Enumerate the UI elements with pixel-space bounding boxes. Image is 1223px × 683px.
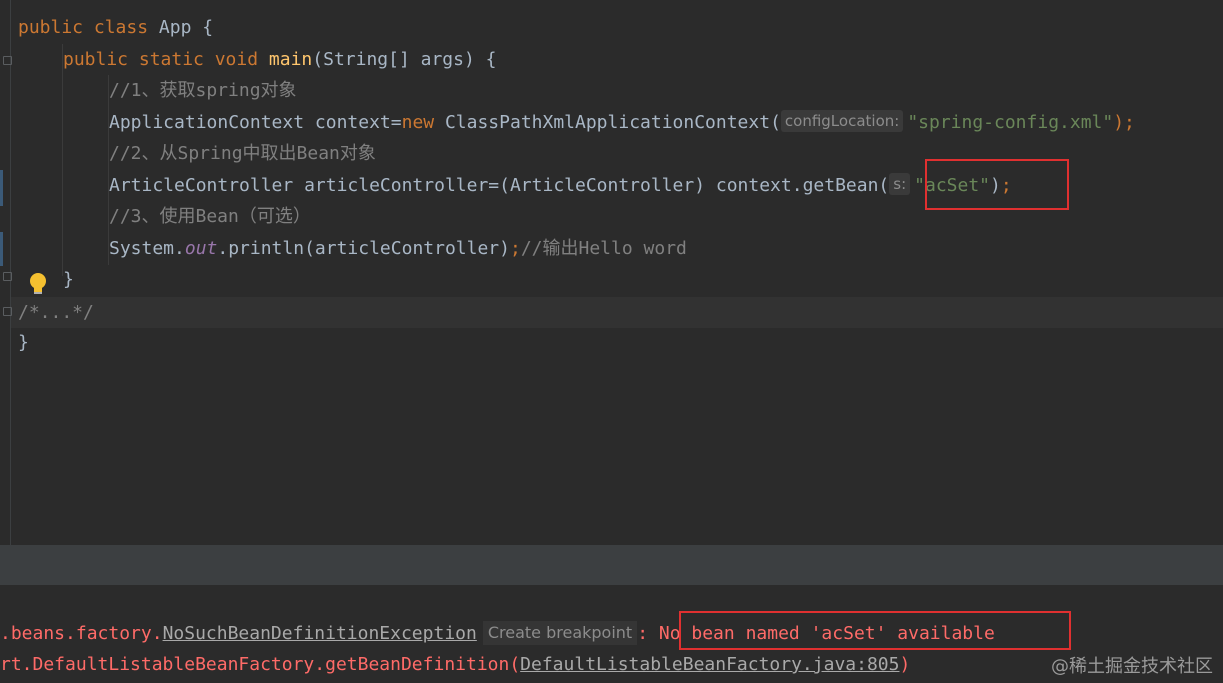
exception-link[interactable]: NoSuchBeanDefinitionException — [163, 623, 477, 644]
console-text: ) — [899, 654, 911, 675]
brace: { — [191, 17, 214, 38]
panel-divider[interactable] — [0, 545, 1223, 585]
code-line-println[interactable]: System.out.println(articleController);//… — [109, 233, 687, 264]
code-line-context[interactable]: ApplicationContext context=new ClassPath… — [109, 107, 1135, 138]
code-line-main-decl[interactable]: public static void main(String[] args) { — [63, 44, 497, 75]
code-comment-2[interactable]: //2、从Spring中取出Bean对象 — [109, 138, 376, 169]
semicolon: ; — [509, 238, 521, 259]
code-text: System. — [109, 238, 185, 259]
console-line-stacktrace[interactable]: rt.DefaultListableBeanFactory.getBeanDef… — [0, 649, 910, 680]
code-line-close-class[interactable]: } — [18, 327, 29, 358]
watermark: @稀土掘金技术社区 — [1051, 656, 1213, 677]
create-breakpoint-button[interactable]: Create breakpoint — [482, 621, 638, 645]
console-text: .beans.factory. — [0, 623, 163, 644]
code-line-class-decl[interactable]: public class App { — [18, 12, 213, 43]
keyword: public class — [18, 17, 159, 38]
indent-guide — [62, 44, 63, 276]
method-name: main — [268, 49, 313, 70]
parameter-hint: configLocation: — [780, 110, 904, 132]
params: (String[] args) { — [312, 49, 497, 70]
static-field: out — [184, 238, 218, 259]
code-comment-3[interactable]: //3、使用Bean（可选） — [109, 201, 311, 232]
change-marker — [0, 170, 3, 206]
code-text: .println(articleController) — [217, 238, 510, 259]
code-text: ClassPathXmlApplicationContext( — [434, 112, 781, 133]
code-text: ArticleController articleController=(Art… — [109, 175, 890, 196]
class-name: App — [158, 17, 192, 38]
code-text: ); — [1113, 112, 1135, 133]
fold-method-icon[interactable] — [3, 56, 12, 65]
highlight-box-error — [679, 611, 1071, 650]
code-text: ApplicationContext context= — [109, 112, 402, 133]
console-text: rt.DefaultListableBeanFactory.getBeanDef… — [0, 654, 521, 675]
parameter-hint: s: — [889, 173, 911, 195]
fold-method-end-icon[interactable] — [3, 272, 12, 281]
current-line-highlight — [10, 297, 1223, 328]
keyword: public static void — [63, 49, 269, 70]
folded-comment[interactable]: /*...*/ — [18, 297, 94, 328]
source-location-link[interactable]: DefaultListableBeanFactory.java:805 — [520, 654, 899, 675]
code-line-getbean[interactable]: ArticleController articleController=(Art… — [109, 170, 1012, 201]
highlight-box-getbean — [925, 159, 1069, 210]
inline-comment: //输出Hello word — [520, 238, 687, 259]
change-marker — [0, 232, 3, 266]
code-editor[interactable]: public class App { public static void ma… — [0, 0, 1223, 545]
string-literal: "spring-config.xml" — [907, 112, 1114, 133]
code-line-close-method[interactable]: } — [63, 264, 74, 295]
run-console[interactable]: .beans.factory.NoSuchBeanDefinitionExcep… — [0, 585, 1223, 683]
keyword-new: new — [401, 112, 435, 133]
code-comment-1[interactable]: //1、获取spring对象 — [109, 75, 297, 106]
lightbulb-icon[interactable] — [28, 272, 48, 296]
fold-comment-icon[interactable] — [3, 307, 12, 316]
